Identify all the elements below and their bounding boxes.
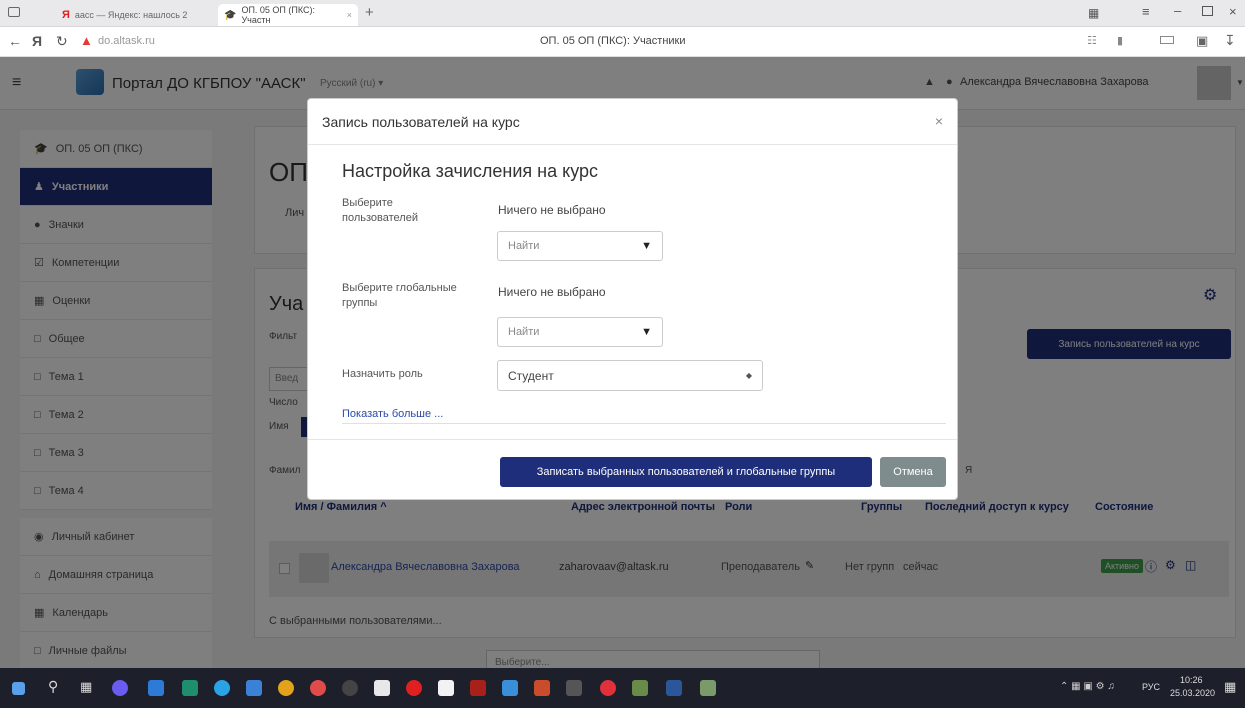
chevron-down-icon: ▼ bbox=[641, 326, 652, 338]
browser-tab-yandex[interactable]: Я аасс — Яндекс: нашлось 2 bbox=[56, 4, 211, 26]
clock-date[interactable]: 25.03.2020 bbox=[1170, 688, 1215, 698]
task-view-icon[interactable]: ▦ bbox=[80, 679, 92, 695]
users-search-placeholder: Найти bbox=[508, 240, 540, 252]
yandex-icon[interactable] bbox=[600, 680, 616, 696]
back-icon[interactable]: ← bbox=[8, 33, 22, 49]
app-icon[interactable] bbox=[700, 680, 716, 696]
mail-icon[interactable] bbox=[246, 680, 262, 696]
role-select-value: Студент bbox=[508, 368, 554, 383]
groups-search-input[interactable]: Найти ▼ bbox=[497, 317, 663, 347]
cancel-button[interactable]: Отмена bbox=[880, 457, 946, 487]
bookmark-manager-icon[interactable]: ▦ bbox=[1088, 6, 1099, 20]
role-select[interactable]: Студент ◆ bbox=[497, 360, 763, 391]
select-groups-label: Выберите глобальные группы bbox=[342, 282, 457, 310]
windows-taskbar: ⚲ ▦ ⌃ ▦ ▣ ⚙ ♫ РУС 10:26 25.03.2020 ▦ bbox=[0, 668, 1245, 708]
new-tab-button[interactable]: + bbox=[365, 4, 374, 21]
restore-icon[interactable] bbox=[1202, 6, 1213, 16]
chrome-icon[interactable] bbox=[278, 680, 294, 696]
bookmark-icon[interactable]: ▮ bbox=[1117, 34, 1123, 47]
tab-label: аасс — Яндекс: нашлось 2 bbox=[74, 10, 188, 20]
yandex-logo-icon[interactable]: Я bbox=[32, 33, 42, 49]
keyboard-language[interactable]: РУС bbox=[1142, 682, 1160, 692]
app-icon[interactable] bbox=[632, 680, 648, 696]
windows-start-icon[interactable] bbox=[12, 682, 25, 695]
battery-icon[interactable] bbox=[1160, 36, 1174, 44]
app-icon[interactable] bbox=[534, 680, 550, 696]
address-bar-row: ← Я ↻ ▲ do.altask.ru ОП. 05 ОП (ПКС): Уч… bbox=[0, 27, 1245, 57]
enrol-users-modal: Запись пользователей на курс × Настройка… bbox=[307, 98, 958, 500]
close-tab-icon[interactable]: × bbox=[347, 10, 352, 20]
modal-footer-divider bbox=[308, 439, 957, 440]
groups-search-placeholder: Найти bbox=[508, 326, 540, 338]
modal-divider bbox=[342, 423, 946, 424]
assign-role-label: Назначить роль bbox=[342, 368, 423, 380]
modal-title: Запись пользователей на курс bbox=[322, 113, 520, 130]
menu-icon[interactable]: ≡ bbox=[1142, 4, 1150, 19]
tab-label: ОП. 05 ОП (ПКС): Участн bbox=[241, 5, 316, 25]
select-arrows-icon: ◆ bbox=[745, 371, 752, 380]
modal-header: Запись пользователей на курс bbox=[308, 99, 957, 145]
edge-icon[interactable] bbox=[214, 680, 230, 696]
app-icon[interactable] bbox=[310, 680, 326, 696]
show-more-link[interactable]: Показать больше ... bbox=[342, 408, 443, 420]
yandex-icon: Я bbox=[62, 9, 70, 21]
browser-tab-participants[interactable]: 🎓 ОП. 05 ОП (ПКС): Участн × bbox=[218, 4, 358, 26]
address-input[interactable]: do.altask.ru bbox=[98, 35, 155, 47]
browser-tab-bar: Я аасс — Яндекс: нашлось 2 🎓 ОП. 05 ОП (… bbox=[0, 0, 1245, 27]
reload-icon[interactable]: ↻ bbox=[56, 33, 68, 50]
warning-icon[interactable]: ▲ bbox=[80, 33, 93, 48]
explorer-icon[interactable] bbox=[182, 680, 198, 696]
app-icon[interactable] bbox=[470, 680, 486, 696]
select-users-label: Выберите пользователей bbox=[342, 197, 418, 225]
enrol-submit-button[interactable]: Записать выбранных пользователей и глоба… bbox=[500, 457, 872, 487]
graduation-cap-icon: 🎓 bbox=[224, 9, 237, 21]
notes-icon[interactable] bbox=[438, 680, 454, 696]
app-icon[interactable] bbox=[342, 680, 358, 696]
extensions-icon[interactable]: ▣ bbox=[1196, 33, 1208, 49]
chevron-down-icon: ▼ bbox=[641, 240, 652, 252]
modal-subtitle: Настройка зачисления на курс bbox=[342, 161, 599, 181]
selected-users-value: Ничего не выбрано bbox=[498, 203, 606, 217]
download-icon[interactable]: ↧ bbox=[1224, 32, 1236, 49]
search-icon[interactable]: ⚲ bbox=[48, 678, 58, 695]
tray-icons[interactable]: ⌃ ▦ ▣ ⚙ ♫ bbox=[1060, 681, 1115, 692]
cortana-icon[interactable] bbox=[112, 680, 128, 696]
notifications-icon[interactable]: ▦ bbox=[1224, 679, 1236, 695]
close-window-icon[interactable]: × bbox=[1229, 4, 1237, 19]
tabs-overview-icon[interactable] bbox=[8, 7, 20, 17]
yandex-browser-icon[interactable] bbox=[374, 680, 390, 696]
minimize-icon[interactable]: – bbox=[1174, 3, 1181, 18]
word-icon[interactable] bbox=[666, 680, 682, 696]
app-icon[interactable] bbox=[148, 680, 164, 696]
opera-icon[interactable] bbox=[406, 680, 422, 696]
app-icon[interactable] bbox=[502, 680, 518, 696]
app-icon[interactable] bbox=[566, 680, 582, 696]
close-icon[interactable]: × bbox=[935, 113, 943, 129]
page-title-text: ОП. 05 ОП (ПКС): Участники bbox=[540, 35, 686, 47]
translate-icon[interactable]: ☷ bbox=[1087, 34, 1097, 47]
users-search-input[interactable]: Найти ▼ bbox=[497, 231, 663, 261]
selected-groups-value: Ничего не выбрано bbox=[498, 285, 606, 299]
clock-time[interactable]: 10:26 bbox=[1180, 675, 1203, 685]
